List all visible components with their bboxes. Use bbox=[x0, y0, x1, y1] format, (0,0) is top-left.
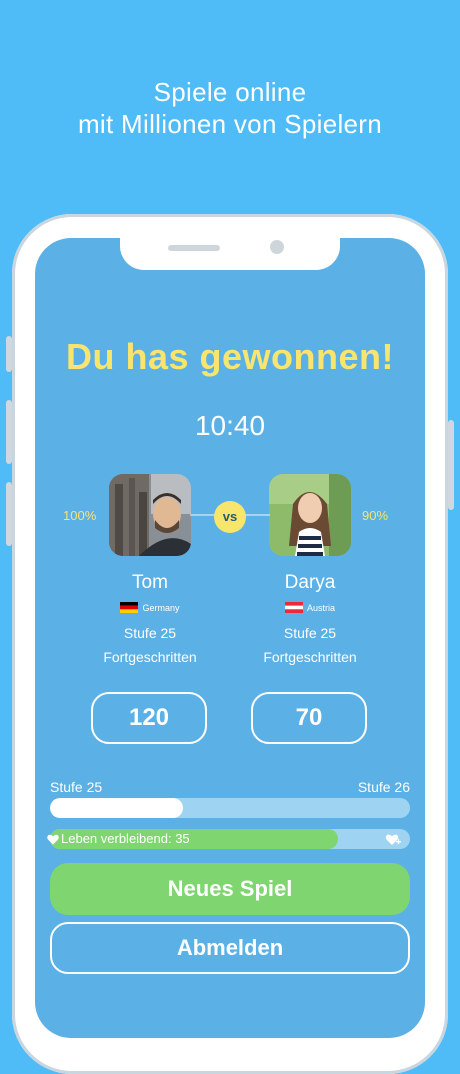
player-1-name: Tom bbox=[132, 572, 168, 593]
vs-badge-icon: vs bbox=[214, 501, 246, 533]
phone-volume-down bbox=[6, 482, 12, 546]
current-level-label: Stufe 25 bbox=[50, 779, 103, 795]
player-1-level: Stufe 25 bbox=[123, 625, 177, 641]
phone-speaker bbox=[168, 245, 220, 251]
player-2-name: Darya bbox=[284, 572, 336, 593]
heart-add-icon[interactable] bbox=[385, 832, 401, 850]
phone-side-button bbox=[6, 336, 12, 372]
lives-remaining-label: Leben verbleibend: 35 bbox=[61, 831, 190, 846]
player-2-card: Darya Austria Stufe 25 Fortgeschritten bbox=[230, 474, 390, 669]
level-progress-bar bbox=[50, 798, 410, 818]
player-2-rank: Fortgeschritten bbox=[263, 649, 357, 665]
phone-camera bbox=[270, 240, 284, 254]
player-2-country-label: Austria bbox=[306, 602, 335, 613]
player-2-country: Austria bbox=[230, 602, 390, 613]
player-1-avatar[interactable] bbox=[109, 474, 191, 556]
player-1-card: Tom Germany Stufe 25 Fortgeschritten bbox=[70, 474, 230, 669]
germany-flag-icon bbox=[120, 602, 139, 613]
player-1-score: 120 bbox=[91, 692, 207, 744]
match-timer: 10:40 bbox=[194, 410, 266, 441]
headline: Spiele online mit Millionen von Spielern bbox=[0, 76, 460, 140]
new-game-button[interactable]: Neues Spiel bbox=[50, 863, 410, 915]
result-title: Du has gewonnen! bbox=[65, 336, 394, 377]
player-2-score: 70 bbox=[251, 692, 367, 744]
next-level-label: Stufe 26 bbox=[357, 779, 410, 795]
heart-icon bbox=[47, 834, 59, 846]
player-2-avatar[interactable] bbox=[269, 474, 351, 556]
level-progress-fill bbox=[50, 798, 184, 818]
phone-power-button bbox=[448, 420, 454, 510]
headline-line-2: mit Millionen von Spielern bbox=[77, 109, 383, 139]
austria-flag-icon bbox=[284, 602, 303, 613]
player-1-rank: Fortgeschritten bbox=[103, 649, 197, 665]
headline-line-1: Spiele online bbox=[153, 77, 307, 107]
player-1-country: Germany bbox=[70, 602, 230, 613]
phone-screen: Du has gewonnen! 10:40 100% 90% Tom Germ… bbox=[35, 238, 425, 1038]
phone-notch bbox=[120, 238, 340, 270]
logout-button[interactable]: Abmelden bbox=[50, 922, 410, 974]
player-2-level: Stufe 25 bbox=[283, 625, 337, 641]
phone-volume-up bbox=[6, 400, 12, 464]
player-1-country-label: Germany bbox=[142, 602, 180, 613]
